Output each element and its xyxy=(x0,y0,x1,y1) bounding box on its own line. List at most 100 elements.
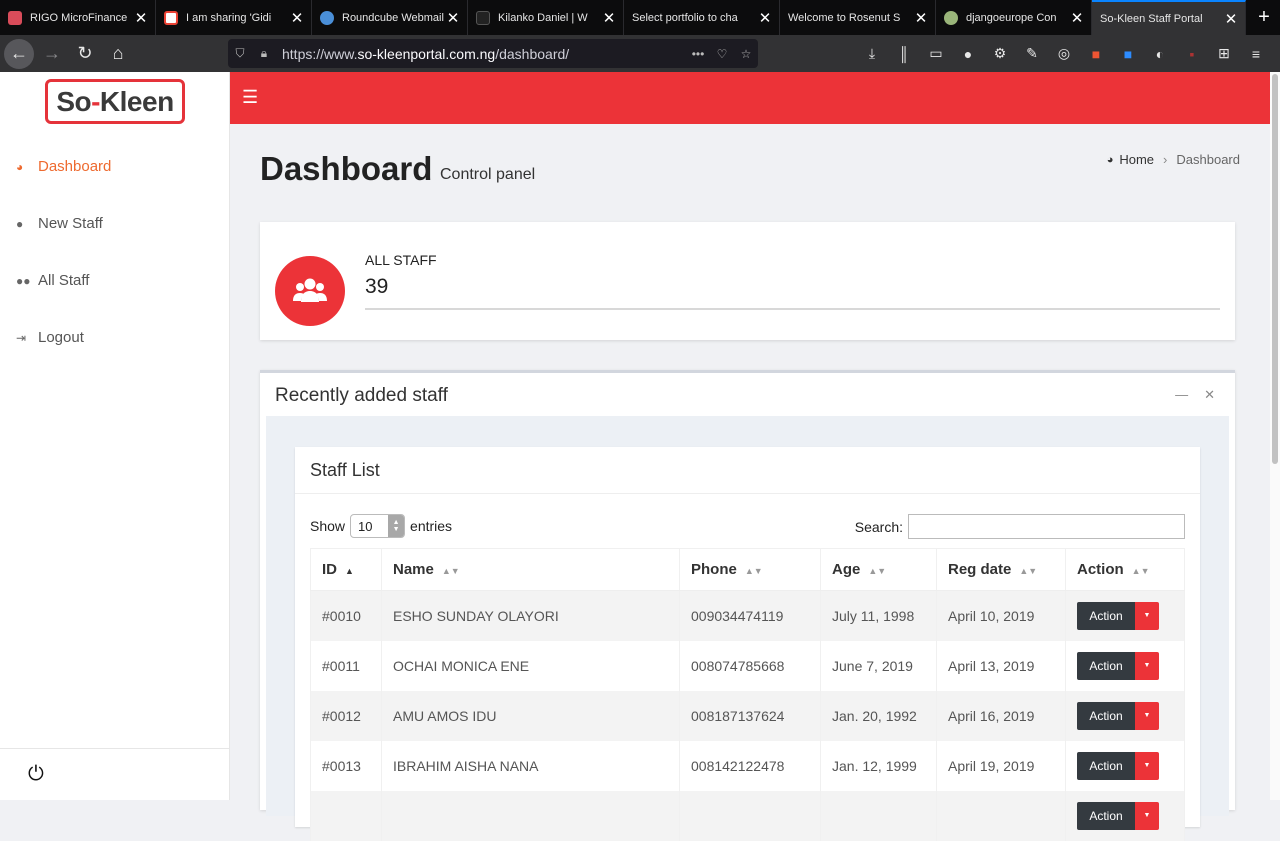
dashboard-icon: ◕ xyxy=(16,159,24,174)
roundcube-icon xyxy=(320,10,334,25)
card-title: Staff List xyxy=(310,460,380,480)
caret-down-icon[interactable]: ▼ xyxy=(1135,801,1159,830)
action-button[interactable]: Action ▼ xyxy=(1077,601,1159,630)
home-button[interactable]: ⌂ xyxy=(103,39,133,69)
extension-icon[interactable]: ■ xyxy=(1080,39,1112,68)
column-header-age[interactable]: Age ▲▼ xyxy=(820,548,937,591)
action-button[interactable]: Action ▼ xyxy=(1077,701,1159,730)
shield-icon[interactable]: ⛉ xyxy=(228,46,252,61)
sidebar-icon[interactable]: ▭ xyxy=(920,39,952,68)
forward-button[interactable]: → xyxy=(37,39,67,69)
browser-tab[interactable]: djangoeurope Con ✕ xyxy=(936,0,1092,35)
chevron-right-icon: › xyxy=(1163,152,1168,167)
close-tab-icon[interactable]: ✕ xyxy=(1223,10,1239,28)
extension-icon[interactable]: ◐ xyxy=(1144,39,1176,68)
sort-icon: ▲▼ xyxy=(868,566,887,576)
url-text[interactable]: https://www.so-kleenportal.com.ng/dashbo… xyxy=(282,46,686,62)
back-button[interactable]: ← xyxy=(4,38,34,69)
action-button[interactable]: Action ▼ xyxy=(1077,651,1159,680)
reload-button[interactable]: ↻ xyxy=(70,39,100,69)
browser-tab-active[interactable]: So-Kleen Staff Portal ✕ xyxy=(1092,0,1246,35)
panel-tools: — ✕ xyxy=(1175,387,1215,403)
new-tab-button[interactable]: + xyxy=(1248,0,1280,35)
collapse-icon[interactable]: — xyxy=(1175,387,1188,403)
extension-icon[interactable]: ▪ xyxy=(1176,39,1208,68)
action-button[interactable]: Action ▼ xyxy=(1077,801,1159,830)
column-header-action[interactable]: Action ▲▼ xyxy=(1065,548,1185,591)
close-tab-icon[interactable]: ✕ xyxy=(757,9,773,27)
table-row: #0013 IBRAHIM AISHA NANA 008142122478 Ja… xyxy=(310,740,1185,791)
pen-icon[interactable]: ✎ xyxy=(1016,39,1048,68)
divider xyxy=(295,493,1200,494)
browser-tab[interactable]: Kilanko Daniel | W ✕ xyxy=(468,0,624,35)
cell-action: Action ▼ xyxy=(1065,640,1185,691)
extensions-icon[interactable]: ⊞ xyxy=(1208,39,1240,68)
download-icon[interactable]: ⤓ xyxy=(856,39,888,68)
close-tab-icon[interactable]: ✕ xyxy=(133,9,149,27)
entries-label: entries xyxy=(410,518,453,534)
sidebar-item-all-staff[interactable]: ●● All Staff xyxy=(0,252,229,309)
caret-down-icon[interactable]: ▼ xyxy=(1135,651,1159,680)
column-header-id[interactable]: ID ▲ xyxy=(310,548,382,591)
column-header-reg-date[interactable]: Reg date ▲▼ xyxy=(936,548,1066,591)
caret-down-icon[interactable]: ▼ xyxy=(1135,701,1159,730)
cell-action: Action ▼ xyxy=(1065,740,1185,791)
caret-down-icon[interactable]: ▼ xyxy=(1135,601,1159,630)
sidebar-item-logout[interactable]: ⇥ Logout xyxy=(0,309,229,366)
library-icon[interactable]: ║ xyxy=(888,39,920,68)
users-icon: ●● xyxy=(16,273,31,288)
address-bar[interactable]: ⛉ 🔒︎ https://www.so-kleenportal.com.ng/d… xyxy=(228,39,758,68)
dashboard-icon: ◕ xyxy=(1106,153,1114,166)
pocket-icon[interactable]: ♡ xyxy=(710,47,734,61)
cell-age: July 11, 1998 xyxy=(820,590,937,641)
panel-body: Staff List Show 10 ▲ ▼ entries Search: ID… xyxy=(266,416,1229,841)
search-input[interactable] xyxy=(908,514,1185,539)
sidebar-menu: ◕ Dashboard ● New Staff ●● All Staff ⇥ Logou… xyxy=(0,138,229,366)
users-glyph-icon xyxy=(293,278,327,302)
menu-toggle-icon[interactable]: ☰ xyxy=(242,87,258,108)
column-header-phone[interactable]: Phone ▲▼ xyxy=(679,548,821,591)
show-label: Show xyxy=(310,518,346,534)
zoom-icon[interactable]: ■ xyxy=(1112,39,1144,68)
extension-icon[interactable]: ◎ xyxy=(1048,39,1080,68)
cell-action: Action ▼ xyxy=(1065,790,1185,841)
browser-tab[interactable]: I am sharing 'Gidi ✕ xyxy=(156,0,312,35)
logo[interactable]: So - Kleen xyxy=(45,79,185,124)
sidebar-item-new-staff[interactable]: ● New Staff xyxy=(0,195,229,252)
lock-icon[interactable]: 🔒︎ xyxy=(252,46,276,61)
sort-icon: ▲▼ xyxy=(1131,566,1150,576)
browser-tab[interactable]: Welcome to Rosenut S ✕ xyxy=(780,0,936,35)
sidebar-footer: ⏻ xyxy=(0,748,229,800)
close-tab-icon[interactable]: ✕ xyxy=(289,9,305,27)
breadcrumb-home[interactable]: Home xyxy=(1119,152,1154,167)
sort-asc-icon: ▲ xyxy=(345,566,354,576)
browser-tab[interactable]: Select portfolio to cha ✕ xyxy=(624,0,780,35)
action-button[interactable]: Action ▼ xyxy=(1077,751,1159,780)
scrollbar-thumb[interactable] xyxy=(1272,74,1278,464)
close-tab-icon[interactable]: ✕ xyxy=(445,9,461,27)
bookmark-star-icon[interactable]: ☆ xyxy=(734,47,758,61)
browser-tab[interactable]: Roundcube Webmail ✕ xyxy=(312,0,468,35)
menu-icon[interactable]: ≡ xyxy=(1240,39,1272,68)
column-header-name[interactable]: Name ▲▼ xyxy=(381,548,680,591)
sort-icon: ▲▼ xyxy=(1019,566,1038,576)
caret-down-icon[interactable]: ▼ xyxy=(1135,751,1159,780)
cell-reg-date: April 19, 2019 xyxy=(936,740,1066,791)
extension-icon[interactable]: ● xyxy=(952,39,984,68)
browser-tab[interactable]: RIGO MicroFinance ✕ xyxy=(0,0,156,35)
entries-select[interactable]: 10 ▲ ▼ xyxy=(350,514,406,538)
close-icon[interactable]: ✕ xyxy=(1204,387,1215,403)
power-icon[interactable]: ⏻ xyxy=(28,763,44,786)
table-row: #0011 OCHAI MONICA ENE 008074785668 June… xyxy=(310,640,1185,691)
sidebar-item-dashboard[interactable]: ◕ Dashboard xyxy=(0,138,229,195)
cell-phone: 008187137624 xyxy=(679,690,821,741)
close-tab-icon[interactable]: ✕ xyxy=(601,9,617,27)
page-actions-icon[interactable]: ••• xyxy=(686,47,710,61)
close-tab-icon[interactable]: ✕ xyxy=(913,9,929,27)
search-label: Search: xyxy=(854,518,903,535)
top-header: ☰ xyxy=(230,72,1280,124)
cell-name xyxy=(381,790,680,841)
gear-icon[interactable]: ⚙ xyxy=(984,39,1016,68)
favicon-icon xyxy=(476,10,490,25)
close-tab-icon[interactable]: ✕ xyxy=(1069,9,1085,27)
